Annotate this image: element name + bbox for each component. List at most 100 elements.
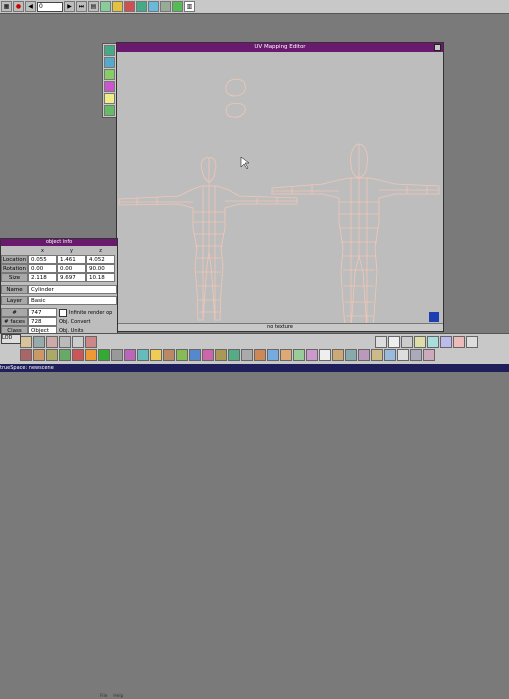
close-icon[interactable] xyxy=(434,44,441,51)
paint-icon[interactable] xyxy=(136,1,147,12)
shape-icon-23[interactable] xyxy=(306,349,318,361)
knife-icon[interactable] xyxy=(72,336,84,348)
folder-icon[interactable] xyxy=(124,1,135,12)
menu-strip: File Help xyxy=(100,694,509,699)
grid-icon[interactable]: ▦ xyxy=(1,1,12,12)
shape-icon-8[interactable] xyxy=(111,349,123,361)
size-y[interactable]: 9.697 xyxy=(57,273,86,282)
sweep-icon[interactable] xyxy=(46,336,58,348)
shape-icon-6[interactable] xyxy=(85,349,97,361)
fastforward-icon[interactable]: ▶ xyxy=(64,1,75,12)
inbound-checkbox[interactable]: Infinite render op xyxy=(57,308,117,317)
shape-icon-27[interactable] xyxy=(358,349,370,361)
zoom-icon[interactable] xyxy=(414,336,426,348)
layers-icon[interactable] xyxy=(104,105,115,116)
size-z[interactable]: 10.18 xyxy=(86,273,115,282)
shape-icon-13[interactable] xyxy=(176,349,188,361)
shape-icon-10[interactable] xyxy=(137,349,149,361)
frame-input[interactable]: 0 xyxy=(37,1,63,12)
cursor-icon xyxy=(240,156,250,170)
name-row: Name Cylinder xyxy=(1,285,117,294)
rotation-label: Rotation xyxy=(1,264,28,273)
bottom-toolbar: File Help trueSpace: newscene xyxy=(0,333,509,699)
view-icon[interactable] xyxy=(375,336,387,348)
object-info-header-row: x y z xyxy=(1,246,117,255)
shape-icon-12[interactable] xyxy=(163,349,175,361)
shape-icon-18[interactable] xyxy=(241,349,253,361)
undo-icon[interactable] xyxy=(440,336,452,348)
rewind-icon[interactable]: ◀ xyxy=(25,1,36,12)
shape-icon-20[interactable] xyxy=(267,349,279,361)
shape-icon-21[interactable] xyxy=(280,349,292,361)
shape-icon-11[interactable] xyxy=(150,349,162,361)
move-icon[interactable] xyxy=(104,57,115,68)
name-field[interactable]: Cylinder xyxy=(28,285,117,294)
camera-icon[interactable] xyxy=(160,1,171,12)
menu-file[interactable]: File xyxy=(100,694,108,699)
render-icon[interactable] xyxy=(112,1,123,12)
shape-icon-24[interactable] xyxy=(319,349,331,361)
pan-icon[interactable] xyxy=(427,336,439,348)
size-x[interactable]: 2.118 xyxy=(28,273,57,282)
shape-icon-28[interactable] xyxy=(371,349,383,361)
shape-icon-31[interactable] xyxy=(410,349,422,361)
material-icon[interactable] xyxy=(148,1,159,12)
shape-icon-26[interactable] xyxy=(345,349,357,361)
shape-icon-5[interactable] xyxy=(72,349,84,361)
rotation-z[interactable]: 90.00 xyxy=(86,264,115,273)
rotation-x[interactable]: 0.00 xyxy=(28,264,57,273)
shape-icon-30[interactable] xyxy=(397,349,409,361)
object-info-title: object info xyxy=(1,239,117,246)
checkbox-icon[interactable] xyxy=(59,308,67,317)
scissors-icon[interactable] xyxy=(59,336,71,348)
camera-view-icon[interactable] xyxy=(401,336,413,348)
uv-island-bottom xyxy=(225,102,246,118)
location-z[interactable]: 4.052 xyxy=(86,255,115,264)
shape-icon-1[interactable] xyxy=(20,349,32,361)
grid-view-icon[interactable] xyxy=(388,336,400,348)
film-icon[interactable]: ▤ xyxy=(88,1,99,12)
convert-label[interactable]: Obj. Convert xyxy=(57,319,117,325)
scale-icon[interactable] xyxy=(104,81,115,92)
uv-editor-titlebar[interactable]: UV Mapping Editor xyxy=(117,43,443,52)
redo-icon[interactable] xyxy=(453,336,465,348)
figure-icon[interactable] xyxy=(85,336,97,348)
shape-icon-14[interactable] xyxy=(189,349,201,361)
shape-icon-22[interactable] xyxy=(293,349,305,361)
paint-uv-icon[interactable] xyxy=(104,93,115,104)
lod-button[interactable]: LOD xyxy=(1,334,21,344)
shape-icon-25[interactable] xyxy=(332,349,344,361)
uv-canvas[interactable] xyxy=(117,52,443,329)
shape-icon-9[interactable] xyxy=(124,349,136,361)
shape-icon-16[interactable] xyxy=(215,349,227,361)
shape-icon-19[interactable] xyxy=(254,349,266,361)
resize-icon[interactable] xyxy=(429,312,439,322)
light-icon[interactable] xyxy=(172,1,183,12)
size-label: Size xyxy=(1,273,28,282)
shape-icon-15[interactable] xyxy=(202,349,214,361)
chart-icon[interactable]: ▥ xyxy=(184,1,195,12)
shape-icon-4[interactable] xyxy=(59,349,71,361)
layer-field[interactable]: Basic xyxy=(28,296,117,305)
end-icon[interactable]: ⏭ xyxy=(76,1,87,12)
shape-icon-17[interactable] xyxy=(228,349,240,361)
rotate-icon[interactable] xyxy=(104,69,115,80)
inbound-label: Infinite render op xyxy=(69,309,113,316)
select-icon[interactable] xyxy=(104,45,115,56)
location-y[interactable]: 1.461 xyxy=(57,255,86,264)
bottom-icons-row-right xyxy=(375,336,479,349)
menu-help[interactable]: Help xyxy=(113,694,123,699)
eye-icon[interactable] xyxy=(466,336,478,348)
record-icon[interactable]: ● xyxy=(13,1,24,12)
deform-icon[interactable] xyxy=(33,336,45,348)
shape-icon-3[interactable] xyxy=(46,349,58,361)
rotation-y[interactable]: 0.00 xyxy=(57,264,86,273)
shape-icon-7[interactable] xyxy=(98,349,110,361)
object-tool-icon[interactable] xyxy=(20,336,32,348)
taskbar-label[interactable]: trueSpace: newscene xyxy=(0,365,54,371)
shape-icon-29[interactable] xyxy=(384,349,396,361)
tools-icon[interactable] xyxy=(100,1,111,12)
shape-icon-2[interactable] xyxy=(33,349,45,361)
location-x[interactable]: 0.055 xyxy=(28,255,57,264)
shape-icon-32[interactable] xyxy=(423,349,435,361)
